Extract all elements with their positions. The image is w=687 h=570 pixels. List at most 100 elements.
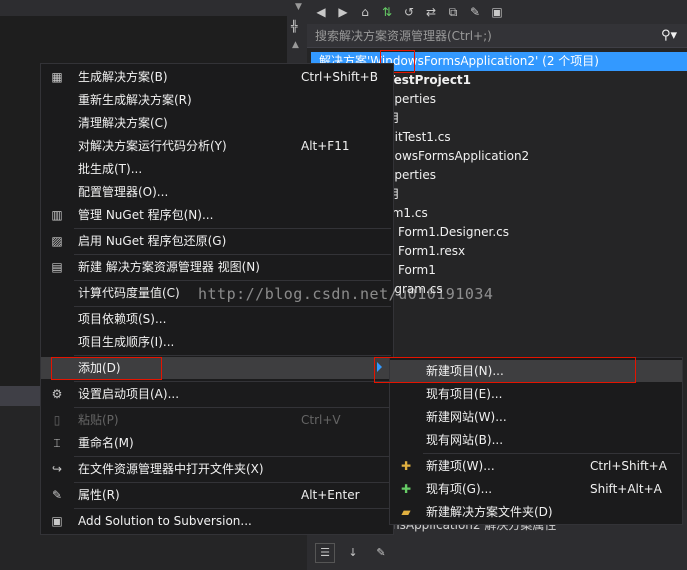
tree-item[interactable]: Form1.resx bbox=[398, 242, 465, 261]
properties-toolbar: ☰ ↓ ✎ bbox=[307, 535, 687, 570]
menu-item-label: 重新生成解决方案(R) bbox=[78, 93, 192, 107]
split-icon[interactable]: ╬ bbox=[291, 20, 298, 33]
menu-item-nuget-restore[interactable]: ▨ 启用 NuGet 程序包还原(G) bbox=[41, 230, 393, 252]
submenu-item-new-solution-folder[interactable]: ▰ 新建解决方案文件夹(D) bbox=[390, 501, 682, 523]
categorized-icon[interactable]: ☰ bbox=[315, 542, 335, 563]
refresh-icon[interactable]: ⇄ bbox=[423, 4, 439, 20]
menu-separator bbox=[74, 254, 391, 255]
tree-item-label: operties bbox=[387, 92, 436, 106]
search-input[interactable] bbox=[315, 28, 645, 44]
highlight-box bbox=[374, 357, 636, 383]
forward-icon[interactable]: ▶ bbox=[335, 4, 351, 20]
menu-item-rename[interactable]: ⌶ 重命名(M) bbox=[41, 432, 393, 454]
menu-item-label: 重命名(M) bbox=[78, 436, 134, 450]
tree-item-label: TestProject1 bbox=[387, 73, 472, 87]
menu-item-properties[interactable]: ✎ 属性(R) Alt+Enter bbox=[41, 484, 393, 506]
solution-explorer-search[interactable]: ⚲▾ bbox=[307, 24, 687, 48]
menu-item-shortcut: Shift+Alt+A bbox=[590, 482, 662, 496]
paste-icon: ▯ bbox=[53, 413, 61, 427]
menu-item-label: 新建 解决方案资源管理器 视图(N) bbox=[78, 260, 260, 274]
tree-item[interactable]: Form1 bbox=[398, 261, 436, 280]
menu-item-code-analysis[interactable]: 对解决方案运行代码分析(Y) Alt+F11 bbox=[41, 135, 393, 157]
search-icon[interactable]: ⚲▾ bbox=[661, 28, 677, 43]
menu-item-manage-nuget[interactable]: ▥ 管理 NuGet 程序包(N)... bbox=[41, 204, 393, 226]
wrench-icon: ✎ bbox=[51, 488, 63, 502]
build-icon: ▦ bbox=[51, 70, 63, 84]
menu-item-label: 新建项(W)... bbox=[426, 459, 495, 473]
tree-item-label: Form1.resx bbox=[398, 244, 466, 258]
tree-item-label: operties bbox=[387, 168, 436, 182]
scroll-up-icon[interactable]: ▲ bbox=[292, 40, 299, 50]
menu-item-batch-build[interactable]: 批生成(T)... bbox=[41, 158, 393, 180]
sync-icon[interactable]: ⇅ bbox=[379, 4, 395, 20]
menu-item-label: 现有网站(B)... bbox=[426, 433, 504, 447]
menu-separator bbox=[74, 381, 391, 382]
tree-item[interactable]: operties bbox=[387, 166, 436, 185]
tree-item[interactable]: dowsFormsApplication2 bbox=[387, 147, 529, 166]
menu-separator bbox=[74, 228, 391, 229]
submenu-item-existing-website[interactable]: 现有网站(B)... bbox=[390, 429, 682, 451]
home-icon[interactable]: ⌂ bbox=[357, 4, 373, 20]
menu-item-shortcut: Ctrl+Shift+A bbox=[590, 459, 667, 473]
menu-item-shortcut: Alt+F11 bbox=[301, 139, 350, 153]
menu-separator bbox=[423, 453, 680, 454]
menu-item-config-manager[interactable]: 配置管理器(O)... bbox=[41, 181, 393, 203]
new-item-icon: ✚ bbox=[400, 459, 412, 473]
menu-item-shortcut: Ctrl+V bbox=[301, 413, 341, 427]
menu-item-set-startup[interactable]: ⚙ 设置启动项目(A)... bbox=[41, 383, 393, 405]
menu-item-label: 管理 NuGet 程序包(N)... bbox=[78, 208, 214, 222]
menu-item-new-view[interactable]: ▤ 新建 解决方案资源管理器 视图(N) bbox=[41, 256, 393, 278]
menu-separator bbox=[74, 407, 391, 408]
alphabetical-icon[interactable]: ↓ bbox=[343, 543, 363, 563]
menu-item-label: 批生成(T)... bbox=[78, 162, 143, 176]
existing-item-icon: ✚ bbox=[400, 482, 412, 496]
menu-separator bbox=[74, 508, 391, 509]
preview-icon[interactable]: ▣ bbox=[489, 4, 505, 20]
menu-item-build-order[interactable]: 项目生成顺序(I)... bbox=[41, 331, 393, 353]
tree-item[interactable]: Form1.Designer.cs bbox=[398, 223, 509, 242]
solution-explorer-toolbar: ◀ ▶ ⌂ ⇅ ↺ ⇄ ⧉ ✎ ▣ bbox=[307, 0, 687, 24]
menu-item-label: Add Solution to Subversion... bbox=[78, 514, 252, 528]
tab-dropdown-icon[interactable]: ▼ bbox=[295, 2, 302, 12]
nuget-icon: ▥ bbox=[51, 208, 63, 222]
tree-item[interactable]: nitTest1.cs bbox=[387, 128, 451, 147]
refresh-arrow-icon: ↪ bbox=[51, 462, 63, 476]
menu-item-clean-solution[interactable]: 清理解决方案(C) bbox=[41, 112, 393, 134]
menu-item-label: 新建解决方案文件夹(D) bbox=[426, 505, 553, 519]
submenu-item-new-item[interactable]: ✚ 新建项(W)... Ctrl+Shift+A bbox=[390, 455, 682, 477]
menu-item-label: 配置管理器(O)... bbox=[78, 185, 169, 199]
menu-item-open-in-explorer[interactable]: ↪ 在文件资源管理器中打开文件夹(X) bbox=[41, 458, 393, 480]
menu-item-label: 项目依赖项(S)... bbox=[78, 312, 167, 326]
wrench-icon[interactable]: ✎ bbox=[371, 543, 391, 563]
back-icon[interactable]: ◀ bbox=[313, 4, 329, 20]
menu-separator bbox=[74, 456, 391, 457]
submenu-item-new-website[interactable]: 新建网站(W)... bbox=[390, 406, 682, 428]
collapse-icon[interactable]: ⧉ bbox=[445, 4, 461, 20]
tree-item[interactable]: operties bbox=[387, 90, 436, 109]
tree-item-label: nitTest1.cs bbox=[387, 130, 451, 144]
submenu-item-existing-item[interactable]: ✚ 现有项(G)... Shift+Alt+A bbox=[390, 478, 682, 500]
gear-icon: ⚙ bbox=[51, 387, 63, 401]
menu-item-project-dependencies[interactable]: 项目依赖项(S)... bbox=[41, 308, 393, 330]
menu-item-label: 设置启动项目(A)... bbox=[78, 387, 180, 401]
properties-icon[interactable]: ✎ bbox=[467, 4, 483, 20]
menu-item-label: 项目生成顺序(I)... bbox=[78, 335, 175, 349]
submenu-item-existing-project[interactable]: 现有项目(E)... bbox=[390, 383, 682, 405]
menu-item-label: 粘贴(P) bbox=[78, 413, 119, 427]
menu-separator bbox=[74, 306, 391, 307]
menu-item-build-solution[interactable]: ▦ 生成解决方案(B) Ctrl+Shift+B bbox=[41, 66, 393, 88]
menu-item-label: 属性(R) bbox=[78, 488, 120, 502]
menu-item-shortcut: Alt+Enter bbox=[301, 488, 360, 502]
menu-separator bbox=[74, 280, 391, 281]
menu-item-add-to-subversion[interactable]: ▣ Add Solution to Subversion... bbox=[41, 510, 393, 532]
menu-item-label: 在文件资源管理器中打开文件夹(X) bbox=[78, 462, 264, 476]
rename-icon: ⌶ bbox=[53, 436, 61, 450]
menu-separator bbox=[74, 482, 391, 483]
menu-item-label: 现有项目(E)... bbox=[426, 387, 503, 401]
history-icon[interactable]: ↺ bbox=[401, 4, 417, 20]
tree-item-label: Form1.Designer.cs bbox=[398, 225, 509, 239]
menu-item-label: 启用 NuGet 程序包还原(G) bbox=[78, 234, 227, 248]
tree-item[interactable]: TestProject1 bbox=[387, 71, 471, 90]
menu-item-rebuild-solution[interactable]: 重新生成解决方案(R) bbox=[41, 89, 393, 111]
menu-separator bbox=[74, 355, 391, 356]
